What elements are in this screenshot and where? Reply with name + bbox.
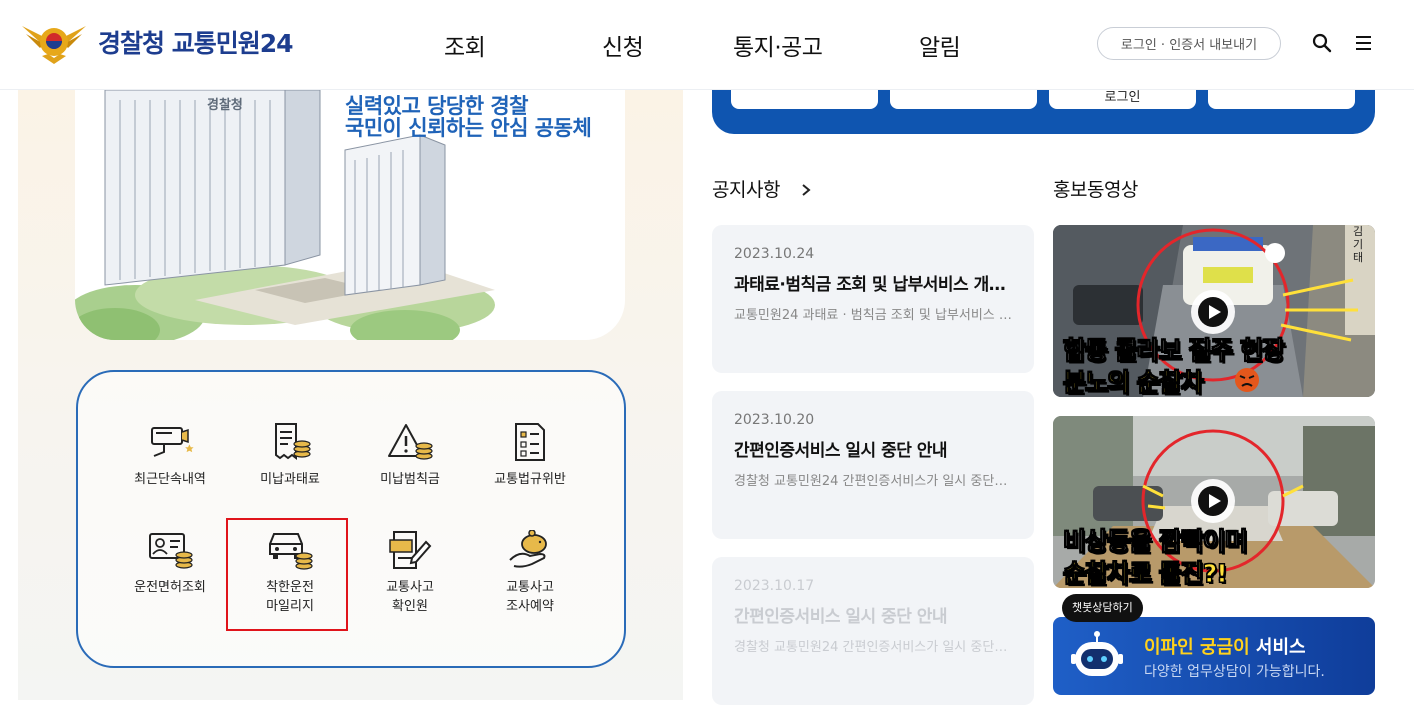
robot-icon xyxy=(1071,631,1123,676)
notice-card-1[interactable]: 2023.10.24 과태료·범칙금 조회 및 납부서비스 개선 안내 교통민원… xyxy=(712,225,1034,373)
menu-license-inquiry[interactable]: 운전면허조회 xyxy=(110,530,230,597)
menu-unpaid-penalty[interactable]: 미납범칙금 xyxy=(350,422,470,489)
hamburger-menu-icon[interactable] xyxy=(1354,33,1374,53)
chatbot-title-rest: 서비스 xyxy=(1249,637,1306,658)
menu-label: 미납범칙금 xyxy=(380,472,440,487)
building-sign: 경찰청 xyxy=(207,98,243,113)
notice-card-2[interactable]: 2023.10.20 간편인증서비스 일시 중단 안내 경찰청 교통민원24 간… xyxy=(712,391,1034,539)
video-caption-line-2: 분노의 순찰차 xyxy=(1063,368,1205,398)
menu-label: 운전면허조회 xyxy=(134,580,206,595)
menu-label: 교통법규위반 xyxy=(494,472,566,487)
menu-unpaid-fine[interactable]: 미납과태료 xyxy=(230,422,350,489)
quick-menu-box xyxy=(76,370,626,668)
notices-title[interactable]: 공지사항 xyxy=(712,175,813,202)
play-button-icon[interactable] xyxy=(1191,479,1235,523)
document-pen-icon xyxy=(389,531,432,569)
notice-date: 2023.10.17 xyxy=(734,578,815,594)
id-card-icon xyxy=(149,533,193,569)
chatbot-bubble[interactable]: 챗봇상담하기 xyxy=(1062,594,1143,622)
hand-piggy-icon xyxy=(509,530,547,568)
nav-application[interactable]: 신청 xyxy=(602,28,644,62)
notice-date: 2023.10.24 xyxy=(734,246,815,262)
police-emblem-icon xyxy=(22,26,86,64)
notice-summary: 경찰청 교통민원24 간편인증서비스가 일시 중단됩니다 xyxy=(734,640,1012,655)
camera-icon xyxy=(151,427,194,457)
site-logo[interactable]: 경찰청 교통민원24 xyxy=(20,18,293,66)
notice-title: 과태료·범칙금 조회 및 납부서비스 개선 안내 xyxy=(734,275,1012,295)
checklist-icon xyxy=(515,423,545,461)
play-button-icon[interactable] xyxy=(1191,290,1235,334)
video-caption-line-1: 비상등을 깜빡이며 xyxy=(1063,527,1249,557)
menu-accident-certificate[interactable]: 교통사고 확인원 xyxy=(350,530,470,616)
promo-video-1[interactable]: 김기태 합동 콜라보 질주 현장 분노의 순찰차 xyxy=(1053,225,1375,397)
videos-title: 홍보동영상 xyxy=(1053,179,1138,201)
menu-accident-investigation-reservation[interactable]: 교통사고 조사예약 xyxy=(470,530,590,616)
notice-card-3[interactable]: 2023.10.17 간편인증서비스 일시 중단 안내 경찰청 교통민원24 간… xyxy=(712,557,1034,705)
logo-text: 경찰청 교통민원24 xyxy=(98,29,293,58)
receipt-coin-icon xyxy=(275,423,311,460)
menu-label: 최근단속내역 xyxy=(134,472,206,487)
menu-label: 교통사고 확인원 xyxy=(386,580,434,614)
menu-label: 미납과태료 xyxy=(260,472,320,487)
promo-video-2[interactable]: 비상등을 깜빡이며 순찰차로 돌진?! xyxy=(1053,416,1375,588)
notice-summary: 경찰청 교통민원24 간편인증서비스가 일시 중단됩니다 xyxy=(734,474,1012,489)
nav-news[interactable]: 알림 xyxy=(919,28,961,62)
login-button[interactable]: 로그인 · 인증서 내보내기 xyxy=(1097,27,1281,60)
angry-emoji-icon xyxy=(1235,368,1259,392)
nav-inquiry[interactable]: 조회 xyxy=(444,28,486,62)
warning-coin-icon xyxy=(388,424,433,460)
selected-item-highlight xyxy=(226,518,348,631)
menu-label: 교통사고 조사예약 xyxy=(506,580,554,614)
notice-title: 간편인증서비스 일시 중단 안내 xyxy=(734,441,948,461)
notices-title-text: 공지사항 xyxy=(712,179,780,201)
chatbot-title: 이파인 궁금이 서비스 xyxy=(1144,633,1306,659)
notice-summary: 교통민원24 과태료 · 범칙금 조회 및 납부서비스 개선 xyxy=(734,308,1012,323)
nav-notice-announcement[interactable]: 통지·공고 xyxy=(733,28,823,62)
chatbot-subtitle: 다양한 업무상담이 가능합니다. xyxy=(1144,664,1325,680)
menu-recent-enforcement[interactable]: 최근단속내역 xyxy=(110,422,230,489)
chatbot-banner[interactable]: 이파인 궁금이 서비스 다양한 업무상담이 가능합니다. xyxy=(1053,617,1375,695)
chevron-right-icon[interactable] xyxy=(799,183,813,197)
video-side-sign: 김기태 xyxy=(1353,225,1364,264)
video-caption-line-1: 합동 콜라보 질주 현장 xyxy=(1062,336,1285,366)
site-header: 경찰청 교통민원24 조회 신청 통지·공고 알림 로그인 · 인증서 내보내기 xyxy=(0,0,1414,90)
notice-title: 간편인증서비스 일시 중단 안내 xyxy=(734,607,948,627)
chatbot-title-highlight: 이파인 궁금이 xyxy=(1144,637,1250,658)
hero-banner: 경찰청 실력있고 당당한 경찰 국민이 신뢰하는 안심 공동체 xyxy=(75,90,625,340)
search-icon[interactable] xyxy=(1312,33,1332,53)
menu-traffic-violation[interactable]: 교통법규위반 xyxy=(470,422,590,489)
notice-date: 2023.10.20 xyxy=(734,412,815,428)
video-caption-line-2: 순찰차로 돌진?! xyxy=(1063,559,1229,589)
slogan-line-2: 국민이 신뢰하는 안심 공동체 xyxy=(345,116,592,140)
